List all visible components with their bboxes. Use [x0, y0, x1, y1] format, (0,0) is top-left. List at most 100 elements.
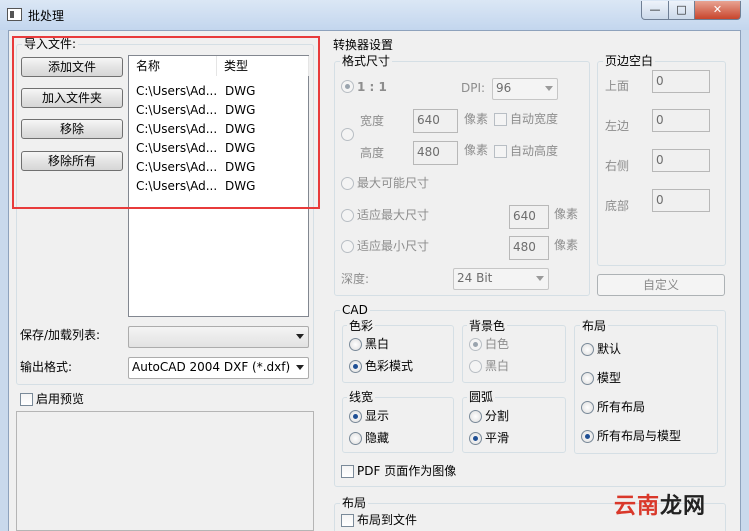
- depth-value: 24 Bit: [457, 271, 493, 285]
- pdf-as-image-label[interactable]: PDF 页面作为图像: [357, 464, 456, 478]
- max-size-radio[interactable]: [341, 177, 354, 190]
- layout-to-file-label[interactable]: 布局到文件: [357, 513, 417, 527]
- color-mode-radio[interactable]: [349, 360, 362, 373]
- layout-model-radio[interactable]: [581, 372, 594, 385]
- lineweight-group: [342, 397, 454, 453]
- width-input[interactable]: 640: [413, 109, 458, 133]
- margins-legend: 页边空白: [603, 54, 656, 68]
- fit-min-label: 适应最小尺寸: [357, 239, 430, 253]
- lineweight-legend: 线宽: [347, 390, 376, 404]
- output-format-value: AutoCAD 2004 DXF (*.dxf): [132, 360, 291, 374]
- depth-select[interactable]: 24 Bit: [453, 268, 549, 290]
- window-title: 批处理: [28, 9, 65, 23]
- margin-right-input[interactable]: 0: [652, 149, 710, 172]
- width-unit-label: 像素: [464, 112, 489, 126]
- enable-preview-checkbox[interactable]: [20, 393, 33, 406]
- app-icon: [7, 8, 22, 21]
- layout-legend: 布局: [580, 319, 609, 333]
- layout-default-label[interactable]: 默认: [597, 342, 621, 356]
- dpi-label: DPI:: [461, 81, 486, 95]
- arc-split-label[interactable]: 分割: [485, 409, 509, 423]
- fit-max-unit: 像素: [554, 207, 579, 221]
- lineweight-hide-radio[interactable]: [349, 432, 362, 445]
- title-bar[interactable]: [0, 0, 749, 30]
- auto-width-label: 自动宽度: [510, 112, 559, 126]
- save-load-list-select[interactable]: [128, 326, 309, 348]
- lineweight-hide-label[interactable]: 隐藏: [365, 431, 389, 445]
- height-input[interactable]: 480: [413, 141, 458, 165]
- preview-area: [16, 411, 314, 531]
- fit-min-input[interactable]: 480: [509, 236, 549, 260]
- margin-top-label: 上面: [605, 79, 630, 93]
- layout-default-radio[interactable]: [581, 343, 594, 356]
- layout-section-legend: 布局: [340, 496, 369, 510]
- color-mode-label[interactable]: 色彩模式: [365, 359, 413, 373]
- ratio-1-1-radio[interactable]: [341, 80, 354, 93]
- max-size-label: 最大可能尺寸: [357, 176, 430, 190]
- margin-left-input[interactable]: 0: [652, 109, 710, 132]
- pdf-as-image-checkbox[interactable]: [341, 465, 354, 478]
- chevron-down-icon: [536, 276, 544, 281]
- fit-max-label: 适应最大尺寸: [357, 208, 430, 222]
- color-bw-label[interactable]: 黑白: [365, 337, 389, 351]
- width-label: 宽度: [360, 114, 385, 128]
- watermark-text-2: 龙网: [660, 494, 707, 519]
- margin-bottom-input[interactable]: 0: [652, 189, 710, 212]
- custom-size-radio[interactable]: [341, 128, 354, 141]
- arc-smooth-label[interactable]: 平滑: [485, 431, 509, 445]
- layout-to-file-checkbox[interactable]: [341, 514, 354, 527]
- dpi-value: 96: [496, 81, 512, 95]
- bg-bw-radio[interactable]: [469, 360, 482, 373]
- cad-legend: CAD: [340, 303, 370, 317]
- color-bw-radio[interactable]: [349, 338, 362, 351]
- height-label: 高度: [360, 146, 385, 160]
- save-load-list-label: 保存/加载列表:: [20, 328, 101, 342]
- highlight-frame: [12, 36, 320, 209]
- depth-label: 深度:: [341, 272, 370, 286]
- auto-width-checkbox[interactable]: [494, 113, 507, 126]
- enable-preview-label[interactable]: 启用预览: [36, 392, 84, 406]
- output-format-label: 输出格式:: [20, 360, 73, 374]
- lineweight-show-label[interactable]: 显示: [365, 409, 389, 423]
- height-unit-label: 像素: [464, 143, 489, 157]
- arc-legend: 圆弧: [467, 390, 496, 404]
- layout-model-label[interactable]: 模型: [597, 371, 621, 385]
- chevron-down-icon: [296, 334, 304, 339]
- fit-max-input[interactable]: 640: [509, 205, 549, 229]
- layout-all-radio[interactable]: [581, 401, 594, 414]
- converter-settings-title: 转换器设置: [333, 38, 394, 52]
- margin-bottom-label: 底部: [605, 199, 630, 213]
- format-size-legend: 格式尺寸: [340, 54, 393, 68]
- minimize-button[interactable]: —: [641, 1, 669, 20]
- dpi-select[interactable]: 96: [492, 78, 558, 100]
- margin-top-input[interactable]: 0: [652, 70, 710, 93]
- arc-split-radio[interactable]: [469, 410, 482, 423]
- bg-bw-label: 黑白: [485, 359, 510, 373]
- maximize-button[interactable]: □: [668, 1, 695, 20]
- margin-right-label: 右侧: [605, 159, 630, 173]
- fit-max-radio[interactable]: [341, 209, 354, 222]
- auto-height-checkbox[interactable]: [494, 145, 507, 158]
- output-format-select[interactable]: AutoCAD 2004 DXF (*.dxf): [128, 357, 309, 379]
- bg-white-label: 白色: [485, 337, 510, 351]
- layout-all-label[interactable]: 所有布局: [597, 400, 645, 414]
- lineweight-show-radio[interactable]: [349, 410, 362, 423]
- custom-button[interactable]: 自定义: [597, 274, 725, 296]
- arc-smooth-radio[interactable]: [469, 432, 482, 445]
- color-group: [342, 325, 454, 383]
- ratio-1-1-label: 1 : 1: [357, 80, 387, 94]
- watermark-text-1: 云南: [614, 494, 661, 519]
- background-legend: 背景色: [467, 319, 508, 333]
- close-button[interactable]: ✕: [694, 1, 741, 20]
- auto-height-label: 自动高度: [510, 144, 559, 158]
- chevron-down-icon: [545, 86, 553, 91]
- layout-all-model-label[interactable]: 所有布局与模型: [597, 429, 681, 443]
- fit-min-unit: 像素: [554, 238, 579, 252]
- fit-min-radio[interactable]: [341, 240, 354, 253]
- background-group: [462, 325, 566, 383]
- bg-white-radio[interactable]: [469, 338, 482, 351]
- watermark-logo: 云南龙网: [614, 488, 706, 520]
- chevron-down-icon: [296, 365, 304, 370]
- layout-all-model-radio[interactable]: [581, 430, 594, 443]
- color-legend: 色彩: [347, 319, 376, 333]
